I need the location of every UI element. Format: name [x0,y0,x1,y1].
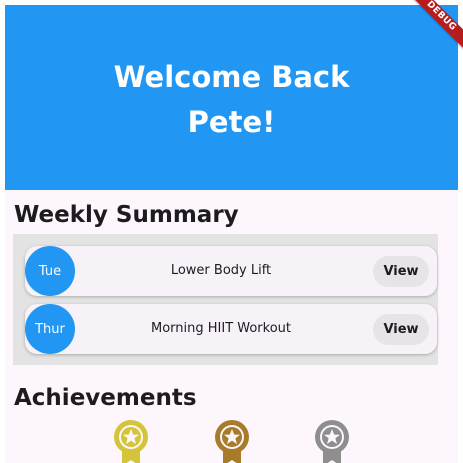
achievements-title: Achievements [14,385,197,411]
welcome-title: Welcome Back Pete! [114,55,350,145]
day-avatar: Thur [25,304,75,354]
workout-card-thur: Thur Morning HIIT Workout View [25,304,437,354]
day-avatar: Tue [25,246,75,296]
welcome-line-2: Pete! [187,104,276,139]
bronze-medal-icon [215,420,249,463]
welcome-line-1: Welcome Back [113,59,350,94]
app-screen: Welcome Back Pete! Weekly Summary Tue Lo… [5,5,458,463]
welcome-header: Welcome Back Pete! [5,5,458,190]
workout-name: Morning HIIT Workout [150,321,292,336]
gold-medal-icon [114,420,148,463]
weekly-summary-title: Weekly Summary [14,202,239,228]
view-button-thur[interactable]: View [373,314,429,345]
workout-card-tue: Tue Lower Body Lift View [25,246,437,296]
weekly-summary-panel: Tue Lower Body Lift View Thur Morning HI… [13,234,438,365]
view-button-tue[interactable]: View [373,256,429,287]
silver-medal-icon [315,420,349,463]
workout-name: Lower Body Lift [170,263,272,278]
